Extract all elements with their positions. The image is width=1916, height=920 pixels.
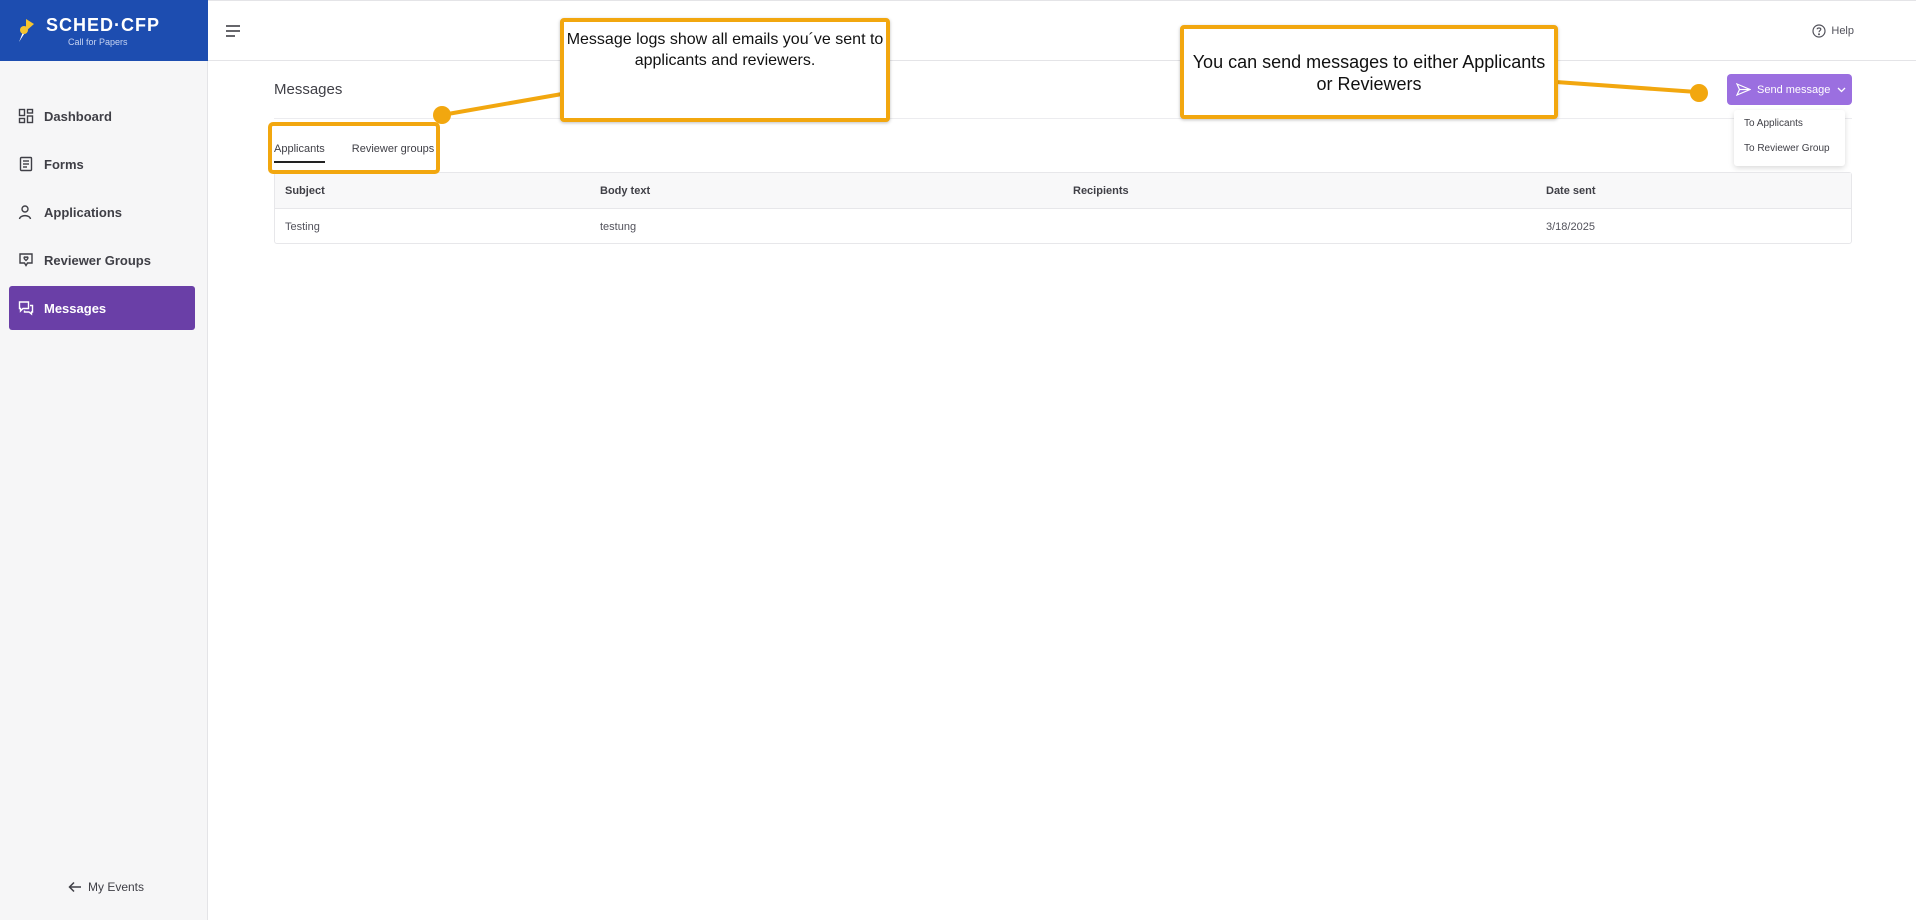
callout-dot-tabs (433, 106, 451, 124)
callout-send-messages: You can send messages to either Applican… (1180, 25, 1558, 119)
callout-message-logs: Message logs show all emails you´ve sent… (560, 18, 890, 122)
callout-dot-send (1690, 84, 1708, 102)
tabs-highlight-box (268, 122, 440, 174)
app-root: SCHED·CFP Call for Papers Dashboard Form… (0, 0, 1916, 920)
